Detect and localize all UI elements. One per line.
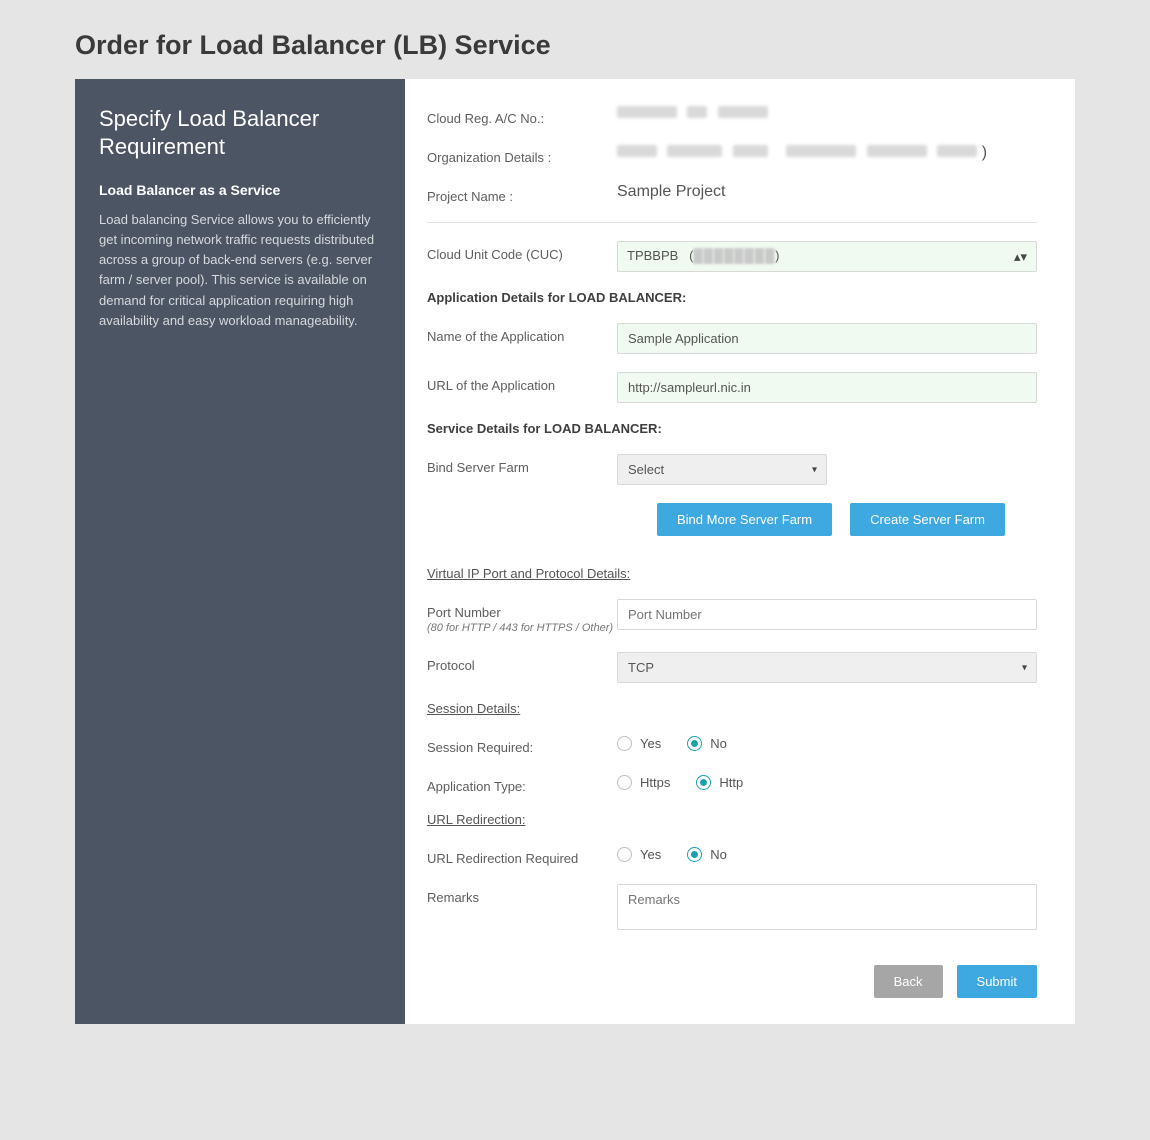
label-port: Port Number (80 for HTTP / 443 for HTTPS… [427, 599, 617, 634]
row-bind-farm: Bind Server Farm Select ▾ [427, 454, 1037, 485]
label-remarks: Remarks [427, 884, 617, 905]
row-protocol: Protocol TCP ▾ [427, 652, 1037, 683]
sidebar-description: Load balancing Service allows you to eff… [99, 210, 381, 331]
page-title: Order for Load Balancer (LB) Service [75, 30, 1075, 61]
section-session: Session Details: [427, 701, 1037, 716]
port-input[interactable] [617, 599, 1037, 630]
label-protocol: Protocol [427, 652, 617, 673]
submit-button[interactable]: Submit [957, 965, 1037, 998]
apptype-https-radio[interactable]: Https [617, 775, 670, 790]
value-cloud-reg [617, 105, 1037, 123]
section-url-redir: URL Redirection: [427, 812, 1037, 827]
main-form: Cloud Reg. A/C No.: Organization Details… [405, 79, 1075, 1024]
label-cloud-reg: Cloud Reg. A/C No.: [427, 105, 617, 126]
value-project: Sample Project [617, 183, 1037, 201]
bind-more-button[interactable]: Bind More Server Farm [657, 503, 832, 536]
label-bind-farm: Bind Server Farm [427, 454, 617, 475]
bind-farm-select[interactable]: Select [617, 454, 827, 485]
row-remarks: Remarks [427, 884, 1037, 935]
container: Specify Load Balancer Requirement Load B… [75, 79, 1075, 1024]
sidebar-heading: Specify Load Balancer Requirement [99, 105, 381, 160]
app-url-input[interactable] [617, 372, 1037, 403]
session-yes-radio[interactable]: Yes [617, 736, 661, 751]
sidebar-sub-heading: Load Balancer as a Service [99, 182, 381, 198]
row-app-url: URL of the Application [427, 372, 1037, 403]
protocol-select[interactable]: TCP [617, 652, 1037, 683]
footer-buttons: Back Submit [427, 965, 1037, 998]
urlredir-no-radio[interactable]: No [687, 847, 727, 862]
row-url-redir: URL Redirection Required Yes No [427, 845, 1037, 866]
section-app-details: Application Details for LOAD BALANCER: [427, 290, 1037, 305]
separator [427, 222, 1037, 223]
label-org: Organization Details : [427, 144, 617, 165]
row-org: Organization Details : ) [427, 144, 1037, 165]
section-svc-details: Service Details for LOAD BALANCER: [427, 421, 1037, 436]
label-app-name: Name of the Application [427, 323, 617, 344]
cuc-select[interactable] [617, 241, 1037, 272]
create-farm-button[interactable]: Create Server Farm [850, 503, 1005, 536]
row-session-req: Session Required: Yes No [427, 734, 1037, 755]
value-org: ) [617, 144, 1037, 162]
row-app-type: Application Type: Https Http [427, 773, 1037, 794]
row-cloud-reg: Cloud Reg. A/C No.: [427, 105, 1037, 126]
row-project: Project Name : Sample Project [427, 183, 1037, 204]
sidebar: Specify Load Balancer Requirement Load B… [75, 79, 405, 1024]
label-app-type: Application Type: [427, 773, 617, 794]
label-session-req: Session Required: [427, 734, 617, 755]
remarks-textarea[interactable] [617, 884, 1037, 930]
farm-button-row: Bind More Server Farm Create Server Farm [657, 503, 1037, 536]
port-hint: (80 for HTTP / 443 for HTTPS / Other) [427, 622, 617, 634]
label-url-redir: URL Redirection Required [427, 845, 617, 866]
label-cuc: Cloud Unit Code (CUC) [427, 241, 617, 262]
row-cuc: Cloud Unit Code (CUC) ▴▾ TPBBPB (███████… [427, 241, 1037, 272]
label-app-url: URL of the Application [427, 372, 617, 393]
apptype-http-radio[interactable]: Http [696, 775, 743, 790]
row-app-name: Name of the Application [427, 323, 1037, 354]
app-name-input[interactable] [617, 323, 1037, 354]
row-port: Port Number (80 for HTTP / 443 for HTTPS… [427, 599, 1037, 634]
section-vip: Virtual IP Port and Protocol Details: [427, 566, 1037, 581]
back-button[interactable]: Back [874, 965, 943, 998]
session-no-radio[interactable]: No [687, 736, 727, 751]
urlredir-yes-radio[interactable]: Yes [617, 847, 661, 862]
label-project: Project Name : [427, 183, 617, 204]
